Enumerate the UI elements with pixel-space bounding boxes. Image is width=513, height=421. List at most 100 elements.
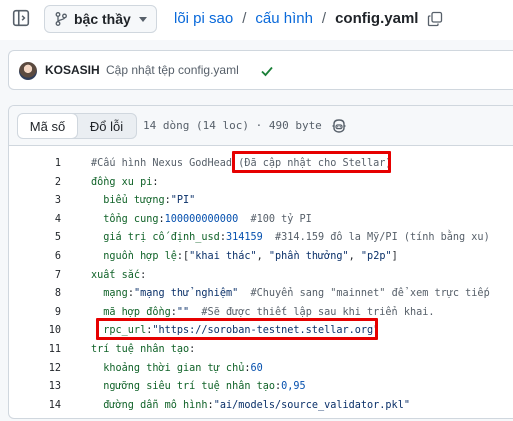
avatar[interactable] (19, 62, 37, 80)
code-token: #Chuyển sang "mainnet" để xem trực tiếp (238, 288, 490, 300)
code-token: biểu tượng (91, 195, 165, 207)
code-token: 100000000000 (164, 213, 239, 225)
code-text: khoảng thời gian tự chủ:60 (91, 360, 263, 379)
code-line: 9 mã hợp đồng:"" #Sẽ được thiết lập sau … (9, 304, 513, 323)
line-number[interactable]: 8 (9, 285, 61, 304)
code-token: : (189, 343, 196, 355)
line-number[interactable]: 2 (9, 174, 61, 193)
code-token: (Đã cập nhật cho Stellar) (238, 158, 392, 169)
line-number[interactable]: 13 (9, 378, 61, 397)
code-token: "phần thưởng" (268, 250, 349, 262)
git-branch-icon (55, 12, 67, 26)
code-token: tổng cung (91, 213, 159, 225)
code-token: #Cấu hình Nexus GodHead (91, 158, 239, 169)
breadcrumb-separator: / (321, 10, 327, 27)
code-text: xuất sắc: (91, 267, 146, 286)
file-header-bar: bậc thầy lõi pi sao / cấu hình / config.… (0, 0, 513, 40)
tab-blame[interactable]: Đổ lỗi (77, 114, 136, 138)
code-token: khoảng thời gian tự chủ (91, 362, 245, 374)
copilot-icon[interactable] (331, 118, 347, 134)
branch-label: bậc thầy (74, 11, 131, 27)
code-token: #Sẽ được thiết lập sau khi triển khai. (189, 306, 435, 318)
code-text: mạng:"mạng thử nghiệm" #Chuyển sang "mai… (91, 285, 490, 304)
line-number[interactable]: 7 (9, 267, 61, 286)
code-line: 3 biểu tượng:"PI" (9, 192, 513, 211)
line-number[interactable]: 1 (9, 155, 61, 174)
code-token: 60 (250, 362, 263, 374)
code-text: biểu tượng:"PI" (91, 192, 195, 211)
code-token: trí tuệ nhân tạo (91, 343, 190, 355)
code-line: 6 nguồn hợp lệ:["khai thác", "phần thưởn… (9, 248, 513, 267)
code-line: 14 đường dẫn mô hình:"ai/models/source_v… (9, 397, 513, 416)
code-token: :[ (176, 250, 190, 262)
code-token: ngưỡng siêu trí tuệ nhân tạo (91, 381, 276, 393)
code-line: 11 trí tuệ nhân tạo: (9, 341, 513, 360)
check-icon[interactable] (260, 64, 274, 78)
file-info: 14 dòng (14 loc) · 490 byte (143, 119, 322, 132)
code-token: #100 tỷ PI (238, 213, 312, 225)
code-token: "mạng thử nghiệm" (133, 288, 239, 300)
code-token: , (348, 250, 361, 262)
code-token: ] (391, 250, 398, 262)
code-token: mã hợp đồng (91, 306, 171, 318)
commit-message[interactable]: Cập nhật tệp config.yaml (106, 63, 239, 77)
line-number[interactable]: 10 (9, 322, 61, 341)
line-number[interactable]: 11 (9, 341, 61, 360)
sidebar-toggle-icon[interactable] (12, 9, 30, 27)
code-token: "PI" (170, 195, 196, 207)
tab-code[interactable]: Mã số (18, 114, 78, 138)
code-line: 4 tổng cung:100000000000 #100 tỷ PI (9, 211, 513, 230)
code-token: rpc_url (91, 325, 147, 337)
branch-selector-button[interactable]: bậc thầy (44, 5, 157, 33)
code-text: #Cấu hình Nexus GodHead (Đã cập nhật cho… (91, 155, 392, 174)
line-number[interactable]: 5 (9, 229, 61, 248)
code-text: nguồn hợp lệ:["khai thác", "phần thưởng"… (91, 248, 398, 267)
breadcrumb-file-name: config.yaml (335, 10, 419, 27)
code-token: : (152, 176, 159, 188)
code-text: rpc_url:"https://soroban-testnet.stellar… (91, 322, 379, 341)
line-number[interactable]: 14 (9, 397, 61, 416)
code-line: 10 rpc_url:"https://soroban-testnet.stel… (9, 322, 513, 341)
line-number[interactable]: 6 (9, 248, 61, 267)
file-viewer-header: Mã số Đổ lỗi 14 dòng (14 loc) · 490 byte (9, 106, 513, 146)
code-token: "p2p" (360, 250, 392, 262)
file-viewer: Mã số Đổ lỗi 14 dòng (14 loc) · 490 byte… (8, 105, 513, 419)
view-mode-toggle: Mã số Đổ lỗi (17, 113, 137, 139)
code-token: đồng xu pi (91, 176, 153, 188)
code-token: "ai/models/source_validator.pkl" (213, 399, 410, 411)
latest-commit-bar: KOSASIH Cập nhật tệp config.yaml (8, 50, 513, 90)
line-number[interactable]: 3 (9, 192, 61, 211)
code-token: "" (176, 306, 190, 318)
code-token: #314.159 đô la Mỹ/PI (tính bằng xu) (262, 232, 490, 244)
code-token: xuất sắc (91, 269, 141, 281)
code-token: 0,95 (281, 381, 306, 393)
code-token: : (140, 269, 147, 281)
code-text: mã hợp đồng:"" #Sẽ được thiết lập sau kh… (91, 304, 435, 323)
code-line: 7 xuất sắc: (9, 267, 513, 286)
code-token: "https://soroban-testnet.stellar.org" (152, 325, 380, 337)
chevron-down-icon (139, 17, 147, 22)
code-line: 12 khoảng thời gian tự chủ:60 (9, 360, 513, 379)
code-token: , (256, 250, 269, 262)
code-line: 13 ngưỡng siêu trí tuệ nhân tạo:0,95 (9, 378, 513, 397)
code-token: nguồn hợp lệ (91, 250, 177, 262)
breadcrumb-folder-link[interactable]: cấu hình (255, 10, 313, 27)
code-token: "khai thác" (189, 250, 257, 262)
code-view: 1 #Cấu hình Nexus GodHead (Đã cập nhật ch… (9, 155, 513, 415)
code-line: 2 đồng xu pi: (9, 174, 513, 193)
code-token: giá trị cố định_usd (91, 232, 220, 244)
code-text: đồng xu pi: (91, 174, 158, 193)
line-number[interactable]: 12 (9, 360, 61, 379)
code-token: 314159 (225, 232, 263, 244)
copy-path-icon[interactable] (427, 11, 443, 27)
code-text: đường dẫn mô hình:"ai/models/source_vali… (91, 397, 410, 416)
code-line: 1 #Cấu hình Nexus GodHead (Đã cập nhật ch… (9, 155, 513, 174)
breadcrumb-repo-link[interactable]: lõi pi sao (174, 10, 233, 27)
code-token: đường dẫn mô hình (91, 399, 208, 411)
line-number[interactable]: 9 (9, 304, 61, 323)
commit-author[interactable]: KOSASIH (45, 63, 100, 77)
code-token: mạng (91, 288, 128, 300)
breadcrumb-separator: / (242, 10, 247, 27)
code-text: tổng cung:100000000000 #100 tỷ PI (91, 211, 312, 230)
line-number[interactable]: 4 (9, 211, 61, 230)
